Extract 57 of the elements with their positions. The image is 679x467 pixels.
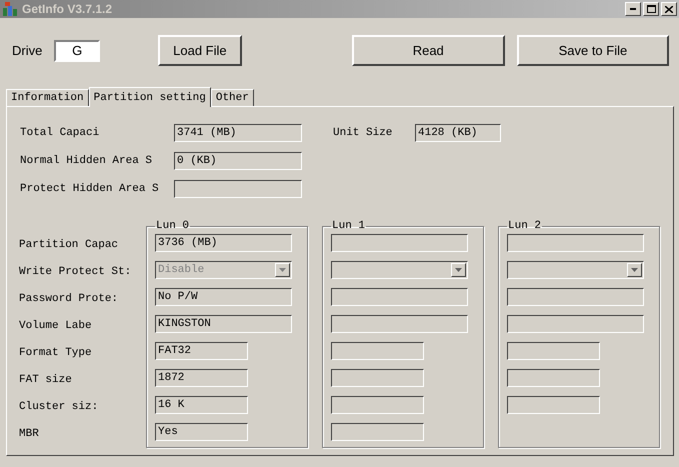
text-field[interactable]: FAT32 bbox=[155, 342, 248, 360]
field-label: Protect Hidden Area S bbox=[19, 183, 160, 195]
field-label: Write Protect St: bbox=[19, 264, 132, 280]
text-field[interactable] bbox=[331, 234, 468, 252]
load-file-button[interactable]: Load File bbox=[158, 35, 242, 66]
text-field[interactable] bbox=[331, 288, 468, 306]
tab[interactable]: Information bbox=[6, 89, 89, 106]
text-field[interactable] bbox=[507, 288, 644, 306]
dropdown[interactable] bbox=[331, 261, 468, 279]
drive-field[interactable]: G bbox=[54, 40, 100, 62]
close-icon bbox=[665, 6, 673, 12]
field-label: Total Capaci bbox=[19, 127, 100, 139]
minimize-button[interactable] bbox=[625, 2, 641, 16]
group-title: Lun 1 bbox=[331, 220, 366, 232]
text-field[interactable]: No P/W bbox=[155, 288, 292, 306]
text-field[interactable]: 16 K bbox=[155, 396, 248, 414]
text-field[interactable]: 1872 bbox=[155, 369, 248, 387]
text-field[interactable]: 3741 (MB) bbox=[174, 124, 302, 142]
field-label: MBR bbox=[19, 426, 40, 442]
window-title: GetInfo V3.7.1.2 bbox=[22, 2, 114, 16]
field-label: Volume Labe bbox=[19, 318, 93, 334]
text-field[interactable] bbox=[331, 369, 424, 387]
group-title: Lun 0 bbox=[155, 220, 190, 232]
field-label: Format Type bbox=[19, 346, 93, 360]
text-field[interactable]: Yes bbox=[155, 423, 248, 441]
text-field[interactable]: 3736 (MB) bbox=[155, 234, 292, 252]
text-field[interactable] bbox=[507, 234, 644, 252]
save-to-file-button[interactable]: Save to File bbox=[516, 35, 669, 66]
dropdown[interactable] bbox=[507, 261, 644, 279]
text-field[interactable] bbox=[331, 342, 424, 360]
text-field[interactable]: 0 (KB) bbox=[174, 152, 302, 170]
text-field[interactable]: 4128 (KB) bbox=[415, 124, 501, 142]
text-field[interactable] bbox=[507, 369, 600, 387]
field-label: Normal Hidden Area S bbox=[19, 155, 154, 167]
minimize-icon bbox=[630, 8, 636, 10]
field-label: Partition Capac bbox=[19, 238, 120, 252]
text-field[interactable] bbox=[507, 342, 600, 360]
app-icon bbox=[2, 1, 18, 17]
field-label: Unit Size bbox=[332, 127, 394, 139]
field-label: Cluster siz: bbox=[19, 400, 100, 414]
field-label: FAT size bbox=[19, 372, 73, 388]
field-label: Password Prote: bbox=[19, 292, 120, 306]
text-field[interactable] bbox=[507, 315, 644, 333]
text-field[interactable]: KINGSTON bbox=[155, 315, 292, 333]
text-field[interactable] bbox=[507, 396, 600, 414]
text-field[interactable] bbox=[174, 180, 302, 198]
text-field[interactable] bbox=[331, 396, 424, 414]
drive-label: Drive bbox=[12, 43, 42, 58]
text-field[interactable] bbox=[331, 423, 424, 441]
maximize-button[interactable] bbox=[643, 2, 659, 16]
text-field[interactable] bbox=[331, 315, 468, 333]
close-button[interactable] bbox=[661, 2, 677, 16]
group-title: Lun 2 bbox=[507, 220, 542, 232]
tab[interactable]: Other bbox=[210, 89, 254, 106]
tab[interactable]: Partition setting bbox=[88, 87, 211, 107]
read-button[interactable]: Read bbox=[352, 35, 505, 66]
maximize-icon bbox=[646, 5, 656, 13]
